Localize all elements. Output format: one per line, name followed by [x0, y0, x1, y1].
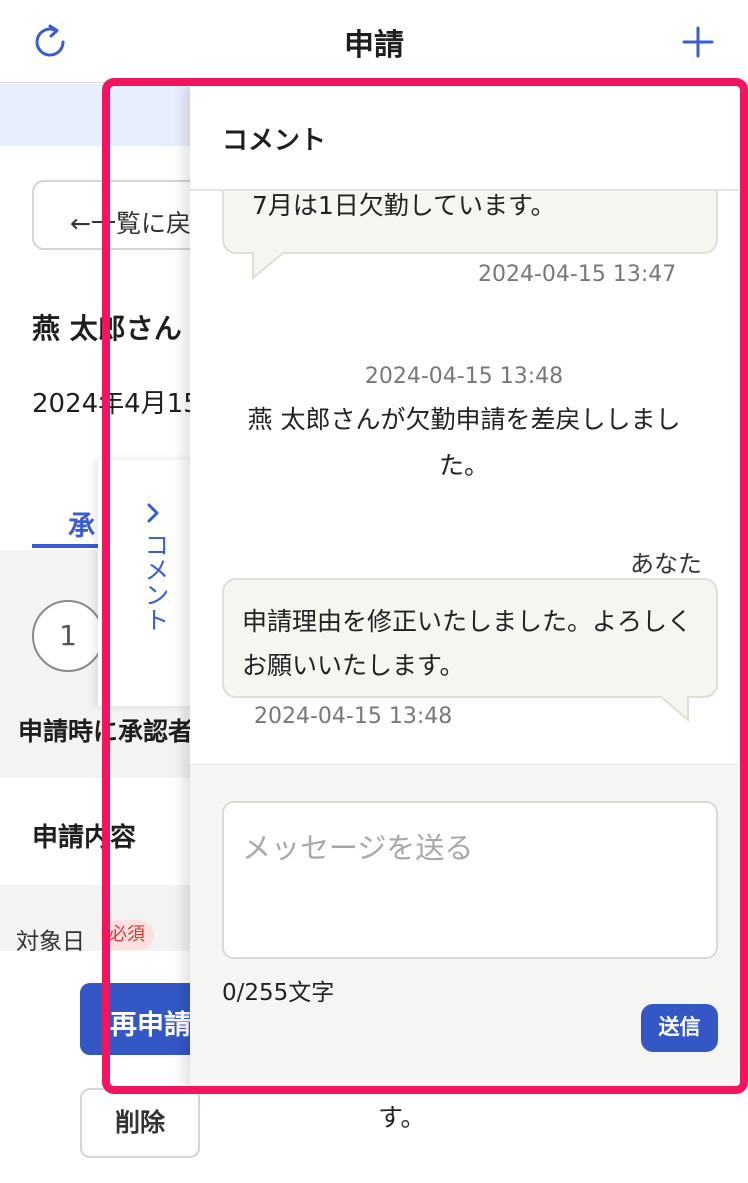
comment-collapse-tab[interactable]: コメント — [98, 460, 192, 706]
sender-name: あなた — [630, 550, 702, 578]
own-comment-bubble: 申請理由を修正いたしました。よろしくお願いいたします。 — [222, 578, 718, 698]
system-message: 燕 太郎さんが欠勤申請を差戻ししました。 — [247, 405, 681, 480]
plus-icon[interactable] — [678, 22, 718, 62]
delete-button[interactable]: 削除 — [80, 1088, 200, 1158]
message-input[interactable] — [222, 801, 718, 959]
character-count: 0/255文字 — [222, 980, 335, 1006]
comment-panel-title: コメント — [222, 126, 327, 156]
system-message-timestamp: 2024-04-15 13:48 — [364, 364, 564, 389]
page-title: 申請 — [344, 28, 404, 63]
collapse-tab-label: コメント — [141, 532, 170, 632]
comment-composer: 0/255文字 送信 — [190, 764, 738, 1088]
bubble-tail — [252, 252, 285, 280]
request-content-heading: 申請内容 — [32, 823, 137, 853]
own-comment-timestamp: 2024-04-15 13:48 — [254, 704, 453, 729]
approver-label: 申請時に承認者 — [18, 717, 194, 746]
background-text: す。 — [378, 1103, 426, 1132]
panel-divider — [190, 189, 738, 191]
comment-timestamp: 2024-04-15 13:47 — [478, 262, 677, 287]
approval-step-number: 1 — [32, 600, 104, 672]
send-button[interactable]: 送信 — [641, 1004, 718, 1052]
chevron-right-icon — [147, 503, 159, 523]
comment-bubble: 7月は1日欠勤しています。 — [222, 190, 718, 254]
applicant-name: 燕 太郎さん — [32, 312, 182, 345]
comment-panel: コメント 7月は1日欠勤しています。 2024-04-15 13:47 2024… — [190, 84, 748, 1088]
app-header: 申請 — [0, 0, 748, 83]
comment-text: 7月は1日欠勤しています。 — [252, 191, 556, 220]
target-date-label: 対象日 — [16, 929, 85, 955]
bubble-tail — [660, 696, 689, 722]
applied-date: 2024年4月15 — [32, 389, 200, 419]
required-badge: 必須 — [100, 920, 154, 950]
